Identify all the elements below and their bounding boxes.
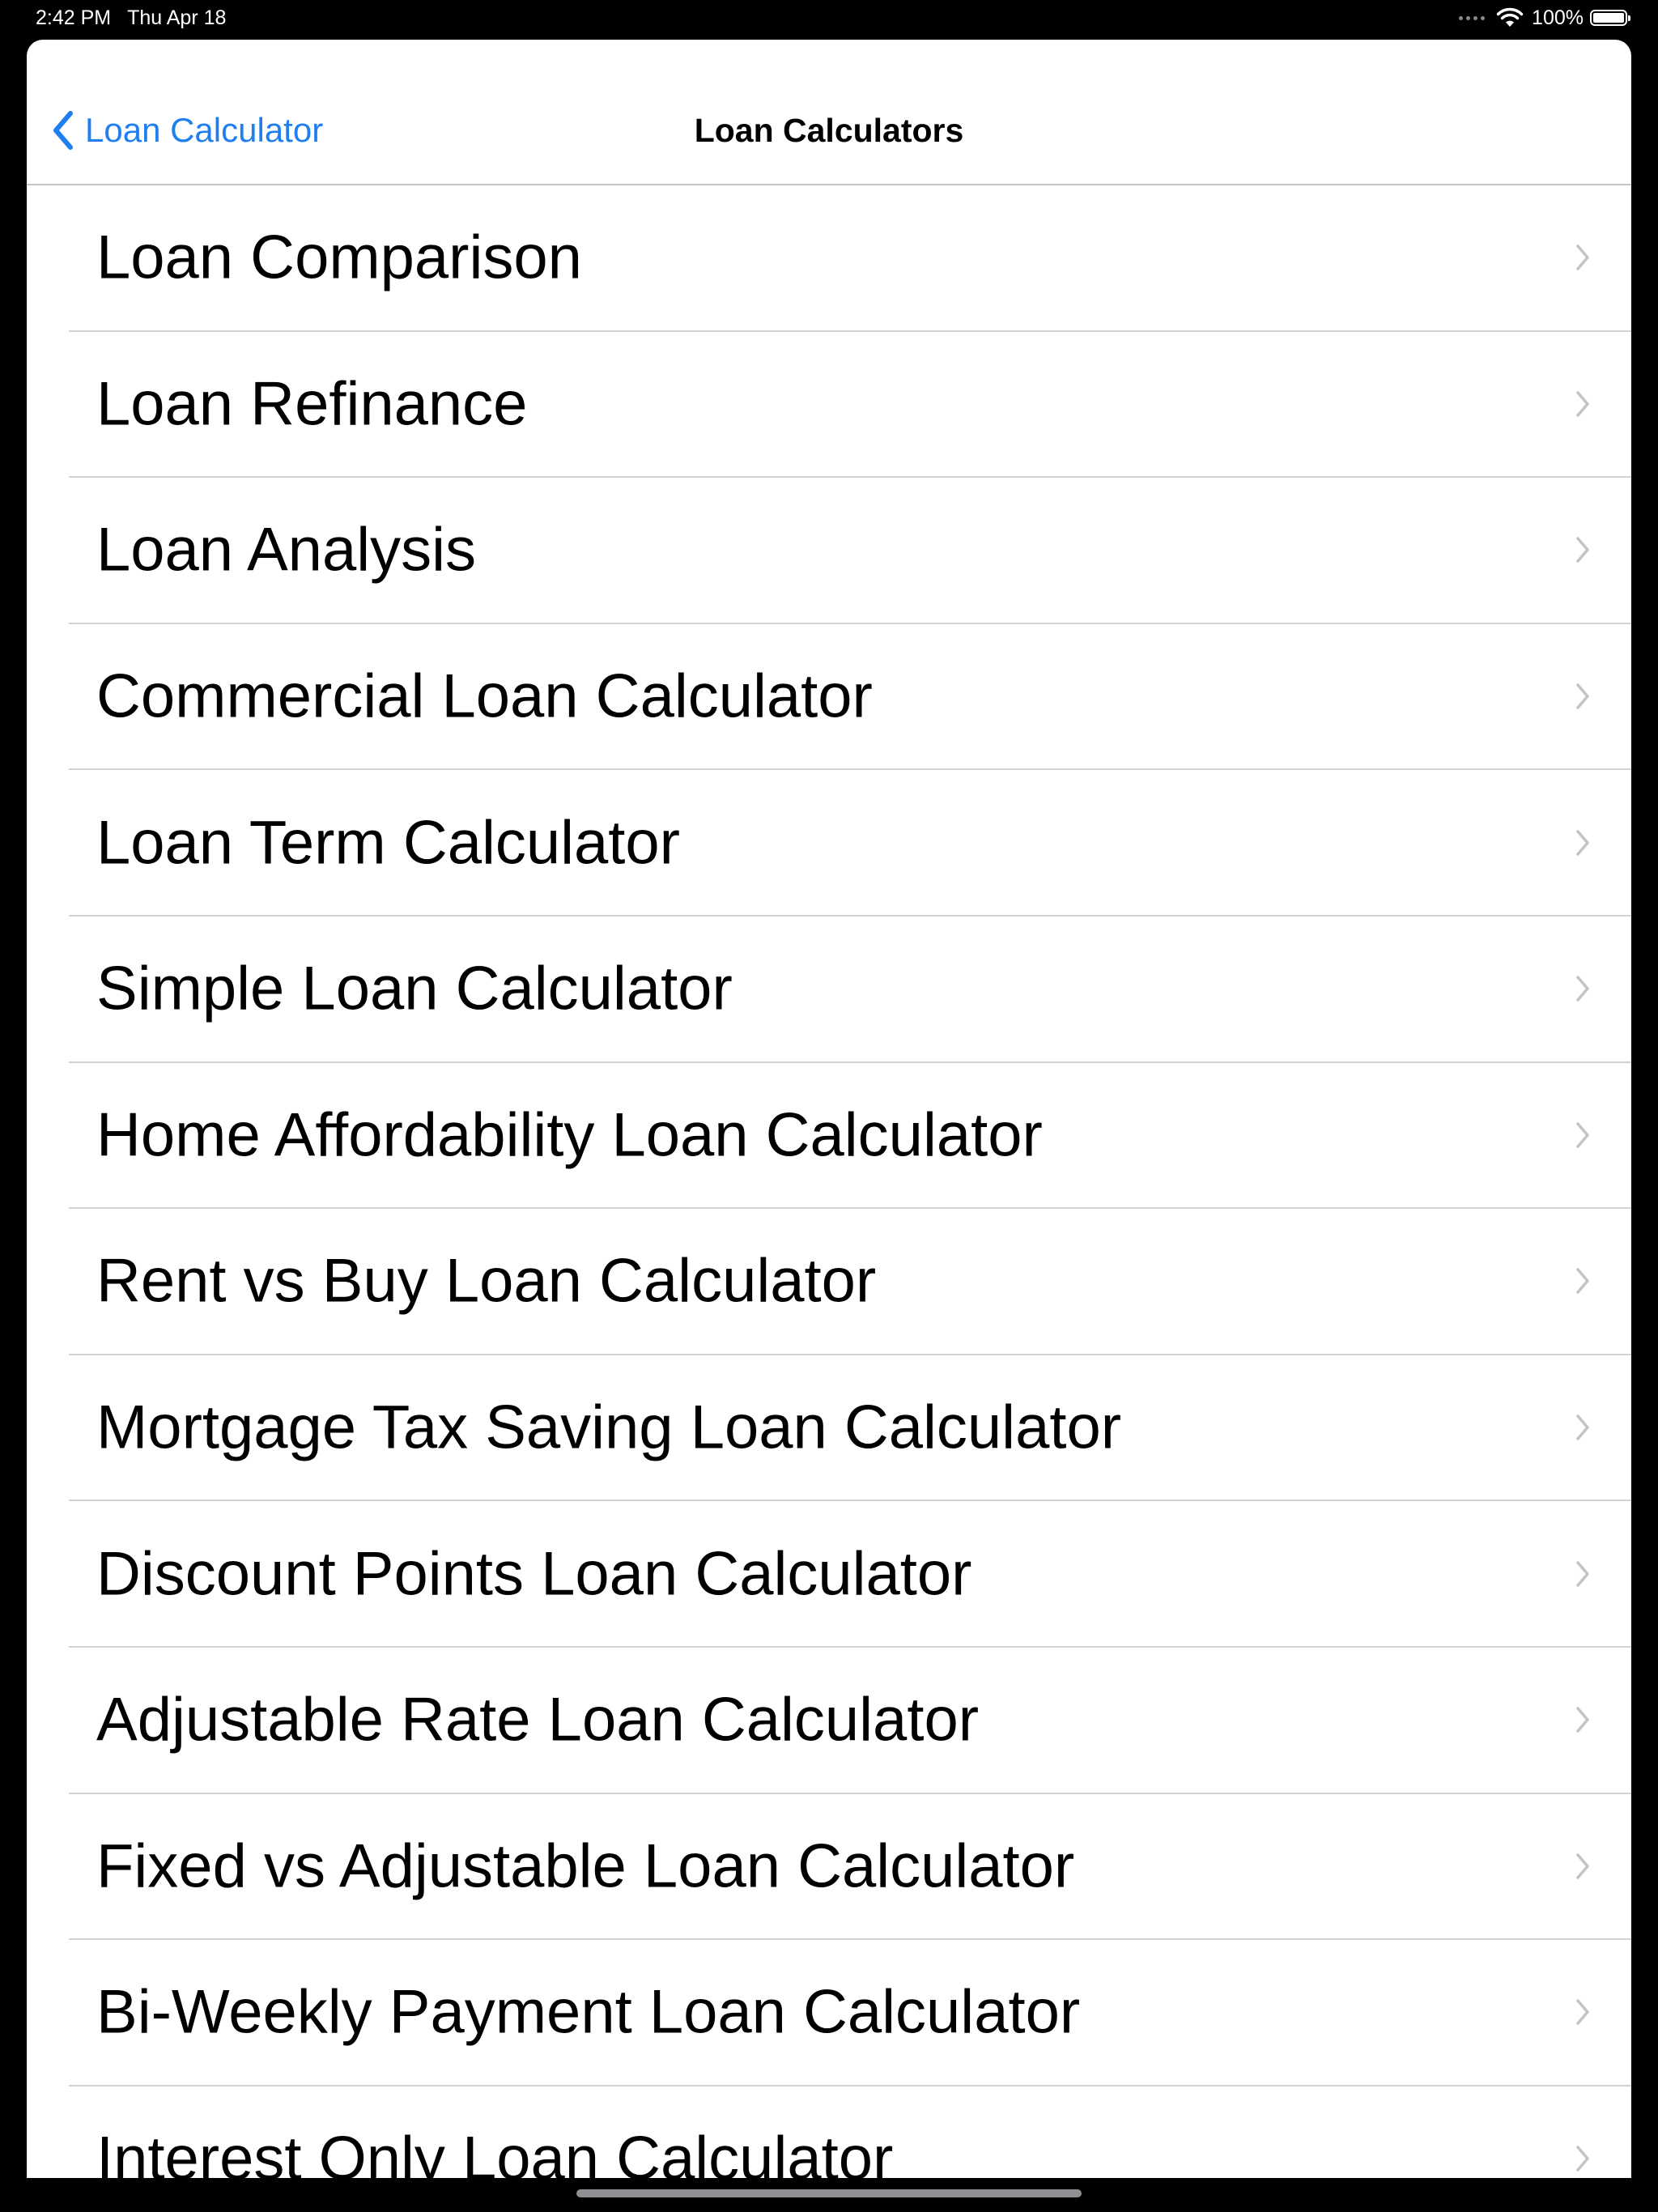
ipad-screen: 2:42 PM Thu Apr 18 100% Loan Calculator L…: [0, 0, 1658, 2212]
list-item[interactable]: Rent vs Buy Loan Calculator: [69, 1209, 1631, 1355]
battery-percent: 100%: [1532, 6, 1584, 29]
chevron-right-icon: [1576, 391, 1589, 417]
list-item-label: Simple Loan Calculator: [96, 954, 733, 1023]
chevron-right-icon: [1576, 976, 1589, 1002]
list-item[interactable]: Mortgage Tax Saving Loan Calculator: [69, 1355, 1631, 1502]
list-item-label: Loan Analysis: [96, 515, 476, 585]
list-item-label: Loan Term Calculator: [96, 808, 680, 878]
status-date: Thu Apr 18: [127, 6, 227, 29]
list-item[interactable]: Fixed vs Adjustable Loan Calculator: [69, 1794, 1631, 1941]
list-item[interactable]: Interest Only Loan Calculator: [69, 2087, 1631, 2178]
chevron-right-icon: [1576, 2146, 1589, 2172]
chevron-right-icon: [1576, 245, 1589, 271]
chevron-right-icon: [1576, 1122, 1589, 1148]
list-item[interactable]: Commercial Loan Calculator: [69, 624, 1631, 771]
modal-sheet: Loan Calculator Loan Calculators Loan Co…: [27, 40, 1631, 2178]
list-item-label: Adjustable Rate Loan Calculator: [96, 1685, 980, 1755]
list-item[interactable]: Home Affordability Loan Calculator: [69, 1063, 1631, 1210]
list-item-label: Commercial Loan Calculator: [96, 661, 873, 731]
chevron-right-icon: [1576, 829, 1589, 856]
list-item[interactable]: Loan Comparison: [69, 185, 1631, 332]
list-item[interactable]: Adjustable Rate Loan Calculator: [69, 1648, 1631, 1794]
list-item[interactable]: Loan Refinance: [69, 332, 1631, 479]
list-item-label: Home Affordability Loan Calculator: [96, 1100, 1043, 1170]
list-item[interactable]: Loan Term Calculator: [69, 770, 1631, 917]
status-right: 100%: [1459, 3, 1630, 32]
calculator-list: Loan Comparison Loan Refinance Loan Analys…: [27, 185, 1631, 2178]
chevron-right-icon: [1576, 1999, 1589, 2026]
list-item-label: Discount Points Loan Calculator: [96, 1539, 972, 1609]
chevron-right-icon: [1576, 1707, 1589, 1733]
battery-icon: [1590, 10, 1630, 26]
status-time: 2:42 PM: [36, 6, 112, 29]
list-item-label: Rent vs Buy Loan Calculator: [96, 1246, 877, 1316]
page-title: Loan Calculators: [694, 112, 964, 149]
wifi-icon: [1496, 7, 1524, 27]
list-item[interactable]: Simple Loan Calculator: [69, 917, 1631, 1063]
chevron-right-icon: [1576, 537, 1589, 564]
list-item-label: Mortgage Tax Saving Loan Calculator: [96, 1393, 1122, 1462]
chevron-right-icon: [1576, 683, 1589, 709]
home-indicator[interactable]: [576, 2189, 1082, 2197]
list-item-label: Loan Refinance: [96, 369, 528, 439]
chevron-right-icon: [1576, 1414, 1589, 1440]
multitasking-dots-icon: [1459, 15, 1486, 20]
chevron-right-icon: [1576, 1560, 1589, 1587]
list-item-label: Loan Comparison: [96, 223, 582, 292]
list-item[interactable]: Bi-Weekly Payment Loan Calculator: [69, 1940, 1631, 2087]
status-bar: 2:42 PM Thu Apr 18 100%: [0, 0, 1658, 36]
chevron-right-icon: [1576, 1268, 1589, 1295]
navigation-bar: Loan Calculator Loan Calculators: [27, 40, 1631, 185]
list-item-label: Bi-Weekly Payment Loan Calculator: [96, 1977, 1081, 2047]
list-item-label: Fixed vs Adjustable Loan Calculator: [96, 1831, 1075, 1901]
list-item-label: Interest Only Loan Calculator: [96, 2124, 894, 2178]
list-item[interactable]: Discount Points Loan Calculator: [69, 1501, 1631, 1648]
list-item[interactable]: Loan Analysis: [69, 478, 1631, 624]
status-left: 2:42 PM Thu Apr 18: [36, 3, 226, 32]
chevron-right-icon: [1576, 1853, 1589, 1879]
